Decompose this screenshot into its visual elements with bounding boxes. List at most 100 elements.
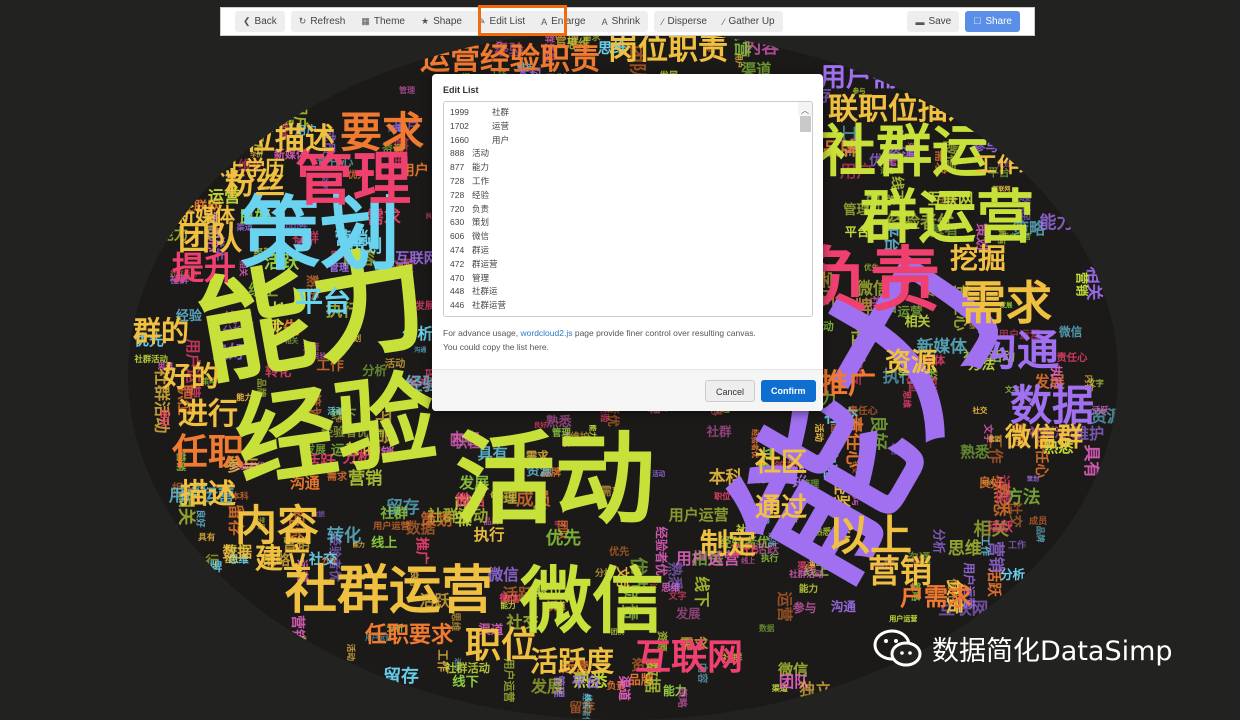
cloud-word-large: 群运营 <box>860 183 1035 251</box>
word-count: 448 <box>450 286 465 297</box>
cloud-word: 工作 <box>1008 540 1026 551</box>
cloud-word: 良好 <box>978 475 1004 491</box>
wand-icon: ⁄ <box>722 16 725 27</box>
theme-label: Theme <box>373 16 405 27</box>
refresh-button[interactable]: ↻ Refresh <box>291 11 354 32</box>
cloud-word: 文字 <box>668 592 687 603</box>
cloud-word-large: 活跃度 <box>530 645 615 678</box>
cloud-word: 策划 <box>420 509 453 529</box>
list-row: 448 社群运 <box>450 285 806 299</box>
cloud-word: 责任心 <box>1056 352 1088 365</box>
help-text-line2: You could copy the list here. <box>443 342 550 352</box>
cloud-word-large: 进行 <box>178 397 238 432</box>
theme-button[interactable]: ▦ Theme <box>353 11 413 32</box>
word-count: 877 <box>450 162 465 173</box>
list-row: 1999 社群 <box>450 106 806 120</box>
word-count: 472 <box>450 258 465 269</box>
cloud-word: 独立 <box>224 555 239 565</box>
cancel-button[interactable]: Cancel <box>705 380 756 402</box>
cloud-word-large: 联职位描述 <box>828 92 978 127</box>
scroll-thumb[interactable] <box>800 116 811 132</box>
cloud-word-large: 通过 <box>755 493 808 523</box>
word: 群运 <box>472 244 490 255</box>
cloud-word: 活跃 <box>988 520 1013 535</box>
cloud-word: 策略 <box>675 687 687 708</box>
cloud-word: 营销 <box>988 435 1001 443</box>
cloud-word-large: 建立 <box>255 542 312 575</box>
back-label: Back <box>254 16 277 27</box>
shrink-icon: A <box>601 16 608 27</box>
cloud-word-large: 微信 <box>520 559 665 643</box>
shape-label: Shape <box>433 16 462 27</box>
cloud-word-large: 需求 <box>960 276 1052 330</box>
shrink-button[interactable]: A Shrink <box>594 11 648 32</box>
list-row: 472 群运营 <box>450 258 806 272</box>
cloud-word: 社群 <box>706 425 732 440</box>
cloud-word: 发展 <box>675 607 701 622</box>
save-button[interactable]: ▬ Save <box>907 11 959 32</box>
list-row: 446 社群运营 <box>450 299 806 313</box>
watermark: 数据简化DataSimp <box>872 628 1173 668</box>
word-count: 606 <box>450 231 465 242</box>
cloud-word-large: 推广 <box>820 367 877 400</box>
word: 社群运 <box>472 286 498 297</box>
disperse-button[interactable]: ⁄ Disperse <box>654 11 715 32</box>
refresh-label: Refresh <box>310 16 346 27</box>
share-button[interactable]: ☐ Share <box>965 11 1020 32</box>
cloud-word: 管理 <box>398 86 416 96</box>
chevron-left-icon: ❮ <box>243 16 251 26</box>
scrollbar[interactable]: ︿﹀ <box>798 101 812 132</box>
cloud-word: 品牌 <box>1035 525 1046 543</box>
word: 能力 <box>472 162 490 173</box>
help-text-after: page provide finer control over resultin… <box>572 328 756 338</box>
cloud-word-large: 要求 <box>340 108 425 157</box>
shape-button[interactable]: ★ Shape <box>413 11 470 32</box>
cloud-word-large: 户需求 <box>900 583 972 611</box>
gather-up-button[interactable]: ⁄ Gather Up <box>715 11 783 32</box>
back-button[interactable]: ❮ Back <box>235 11 285 32</box>
cloud-word-large: 好的 <box>163 360 220 393</box>
cloud-word: 具有 <box>198 533 216 544</box>
word: 用户 <box>492 134 510 145</box>
word: 群运营 <box>472 258 498 269</box>
cloud-word: 社群 <box>380 505 408 522</box>
cloud-word: 线下 <box>692 575 711 608</box>
wordcloud2-link[interactable]: wordcloud2.js <box>521 328 573 338</box>
wand-icon: ⁄ <box>661 16 664 27</box>
word-count: 470 <box>450 272 465 283</box>
scroll-down-icon[interactable]: ﹀ <box>801 101 809 102</box>
cloud-word-large: 以上学历 <box>205 156 285 180</box>
cloud-word-large: 职位 <box>465 625 538 666</box>
word-count: 446 <box>450 300 465 311</box>
share-icon: ☐ <box>973 16 982 26</box>
cloud-word-large: 岗位职责 <box>608 32 728 67</box>
highlight-box <box>478 5 567 36</box>
cloud-word-large: 互联网 <box>635 637 744 678</box>
cloud-word-large: 内容 <box>235 501 320 550</box>
list-row: 1702 运营 <box>450 120 806 134</box>
word-count: 1702 <box>450 120 469 131</box>
cloud-word-large: 资源 <box>885 348 938 378</box>
cloud-word: 用户运营 <box>889 614 918 624</box>
cloud-word: 分析 <box>931 528 946 554</box>
watermark-text: 数据简化DataSimp <box>932 635 1173 667</box>
dialog-footer: Cancel Confirm <box>432 369 823 411</box>
grid-icon: ▦ <box>361 16 370 26</box>
cloud-word-large: 新媒体 <box>175 203 235 227</box>
list-row: 877 能力 <box>450 161 806 175</box>
cloud-word-large: 管理 <box>295 145 412 213</box>
list-row: 630 策划 <box>450 216 806 230</box>
confirm-button[interactable]: Confirm <box>761 380 816 402</box>
word-count: 728 <box>450 189 465 200</box>
cloud-word-large: 群的 <box>133 315 190 348</box>
word-count: 630 <box>450 217 465 228</box>
word: 社群 <box>492 107 510 117</box>
cloud-word-large: 工作经验 <box>975 153 1064 178</box>
word-count: 1660 <box>450 134 469 145</box>
cloud-word: 留存 <box>569 701 596 717</box>
cloud-word-large: 经验 <box>228 358 444 502</box>
list-textarea[interactable]: 1999 社群 1702 运营 1660 用户 888 活动 877 能力 728 工作 728 经验 72… <box>443 101 813 317</box>
cloud-word: 渠道 <box>616 675 632 701</box>
cloud-word: 营销 <box>987 541 1007 573</box>
star-icon: ★ <box>420 16 430 26</box>
